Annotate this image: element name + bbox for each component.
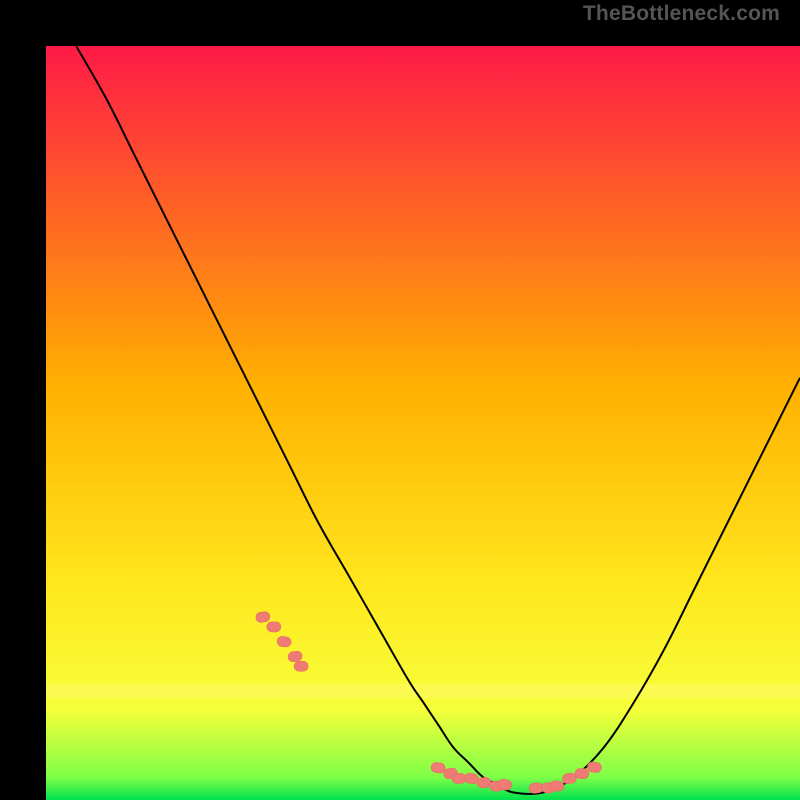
marker-dot	[575, 769, 589, 779]
watermark-text: TheBottleneck.com	[583, 2, 780, 26]
marker-dot	[452, 773, 466, 783]
highlight-band	[46, 684, 800, 698]
bottleneck-chart	[46, 46, 800, 800]
chart-frame	[0, 0, 800, 800]
marker-dot	[294, 661, 308, 671]
marker-dot	[267, 622, 281, 632]
